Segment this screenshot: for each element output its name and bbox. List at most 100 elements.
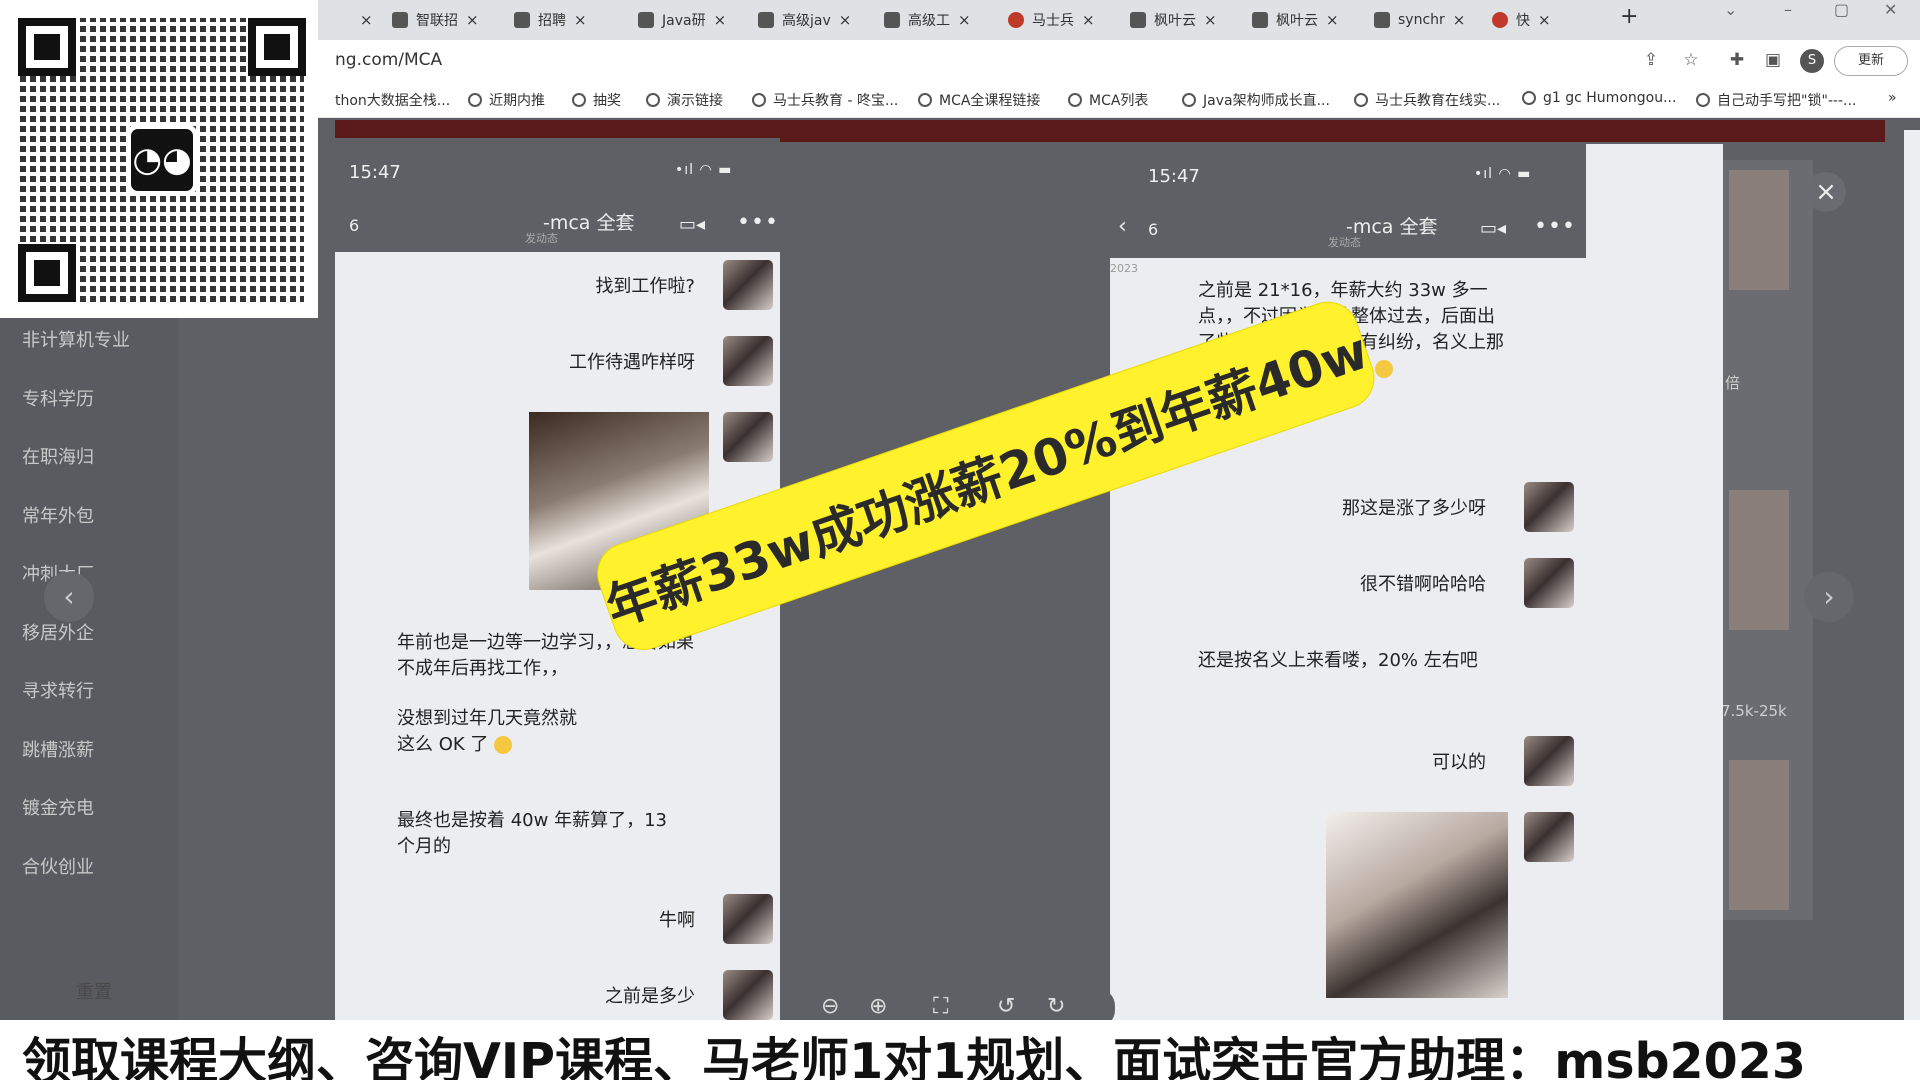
fullscreen-icon[interactable]: ⛶ [933,994,948,1019]
bookmark-item[interactable]: 抽奖 [572,90,621,110]
signal-wifi-battery-icon: •ıl ◠ ▬ [675,162,733,178]
chat-message: 很不错啊哈哈哈 [1360,574,1486,595]
chat-message: 还是按名义上来看喽，20% 左右吧 [1198,650,1478,671]
avatar [1524,736,1574,786]
browser-tab[interactable]: Java研 × [638,6,726,34]
bookmark-item[interactable]: 自己动手写把"锁"---... [1696,90,1856,110]
bookmark-item[interactable]: g1 gc Humongou... [1522,90,1676,106]
page-icon [1252,12,1268,28]
minimize-icon[interactable]: – [1784,0,1792,19]
bookmark-label: g1 gc Humongou... [1543,90,1677,106]
qr-finder [18,244,76,302]
sidebar-item[interactable]: 常年外包 [22,502,94,528]
update-button[interactable]: 更新 [1834,46,1908,76]
sidebar-item[interactable]: 镀金充电 [22,794,94,820]
browser-tab[interactable]: 高级jav × [758,6,851,34]
sidebar-item[interactable]: 专科学历 [22,385,94,411]
tab-label: 招聘 [538,13,566,29]
page-icon [638,12,654,28]
viewer-prev-button[interactable]: ‹ [44,572,94,622]
bookmarks-more-icon[interactable]: » [1888,90,1897,106]
browser-tab[interactable]: 枫叶云 × [1252,6,1339,34]
bookmark-item[interactable]: thon大数据全栈... [335,90,450,110]
bookmark-label: 自己动手写把"锁"---... [1717,93,1857,109]
bookmark-icon [1354,93,1368,107]
reset-button[interactable]: 重置 [76,978,112,1004]
page-icon [514,12,530,28]
close-icon[interactable]: × [1453,11,1466,29]
viewer-close-button[interactable]: × [1806,172,1846,212]
qr-finder [18,18,76,76]
zoom-out-icon[interactable]: ⊖ [821,994,839,1019]
browser-tab[interactable]: 智联招 × [392,6,479,34]
browser-tab[interactable]: synchr × [1374,6,1465,34]
star-icon[interactable]: ☆ [1680,50,1702,72]
sidebar-item[interactable]: 非计算机专业 [22,326,130,352]
wechat-qr-code: ◔◕ [0,0,318,318]
avatar [1524,812,1574,862]
close-icon[interactable]: × [574,11,587,29]
avatar [723,894,773,944]
browser-tab[interactable]: 招聘 × [514,6,587,34]
bookmark-label: Java架构师成长直... [1203,93,1330,109]
thumbnail-image[interactable] [1729,170,1789,290]
tab-label: 高级工 [908,13,950,29]
status-time: 15:47 [1148,166,1200,187]
tab-close-0[interactable]: × [352,6,373,34]
close-icon[interactable]: × [1538,11,1551,29]
thumbnail-image[interactable] [1729,490,1789,630]
new-tab-button[interactable]: + [1620,4,1638,29]
share-icon[interactable]: ⇪ [1640,50,1662,72]
bookmark-item[interactable]: 马士兵教育 - 咚宝... [752,90,898,110]
browser-tab[interactable]: 快 × [1492,6,1551,34]
close-icon[interactable]: × [714,11,727,29]
close-icon[interactable]: × [958,11,971,29]
tab-label: 马士兵 [1032,13,1074,29]
sidebar-item[interactable]: 跳槽涨薪 [22,736,94,762]
bookmark-item[interactable]: MCA全课程链接 [918,90,1040,110]
bookmark-icon [468,93,482,107]
strip-salary-label: 7.5k-25k [1721,702,1787,720]
close-icon[interactable]: × [1204,11,1217,29]
bookmark-item[interactable]: 近期内推 [468,90,545,110]
rotate-left-icon[interactable]: ↺ [997,994,1015,1019]
sidebar-item[interactable]: 在职海归 [22,443,94,469]
browser-tab[interactable]: 高级工 × [884,6,971,34]
chat-subtitle: 发动态 [1328,236,1361,249]
close-icon[interactable]: × [1326,11,1339,29]
bookmark-item[interactable]: 马士兵教育在线实... [1354,90,1500,110]
chat-message: 那这是涨了多少呀 [1342,498,1486,519]
bookmark-item[interactable]: MCA列表 [1068,90,1148,110]
bookmark-item[interactable]: 演示链接 [646,90,723,110]
bookmark-label: 马士兵教育 - 咚宝... [773,93,899,109]
browser-tab[interactable]: 枫叶云 × [1130,6,1217,34]
sidebar-item[interactable]: 寻求转行 [22,677,94,703]
sidebar-item[interactable]: 合伙创业 [22,853,94,879]
close-icon[interactable]: × [1082,11,1095,29]
rotate-right-icon[interactable]: ↻ [1047,994,1065,1019]
chat-message: 没想到过年几天竟然就这么 OK 了 [397,708,577,755]
sidebar-item[interactable]: 移居外企 [22,619,94,645]
close-icon[interactable]: × [466,11,479,29]
avatar [723,260,773,310]
unread-count: 6 [1148,220,1159,239]
profile-avatar[interactable]: S [1800,49,1824,73]
viewer-next-button[interactable]: › [1804,572,1854,622]
zoom-in-icon[interactable]: ⊕ [869,994,887,1019]
window-close-icon[interactable]: ✕ [1884,0,1897,19]
chevron-down-icon[interactable]: ⌄ [1724,0,1737,19]
tab-label: 快 [1516,13,1530,29]
browser-tab[interactable]: 马士兵 × [1008,6,1095,34]
url-field[interactable]: ng.com/MCA [335,50,442,70]
extensions-icon[interactable]: ✚ [1726,50,1748,72]
close-icon[interactable]: × [839,11,852,29]
stamp-label: 2023 [1110,262,1138,275]
thumbnail-image[interactable] [1729,760,1789,910]
chat-header: 15:47 •ıl ◠ ▬ 6 -mca 全套 发动态 ▭◂ ••• [335,138,780,252]
maximize-icon[interactable]: ▢ [1834,0,1849,19]
more-icon: ••• [737,210,779,235]
page-icon [1130,12,1146,28]
page-scrollbar[interactable] [1904,130,1920,1020]
sidepanel-icon[interactable]: ▣ [1762,50,1784,72]
bookmark-item[interactable]: Java架构师成长直... [1182,90,1330,110]
